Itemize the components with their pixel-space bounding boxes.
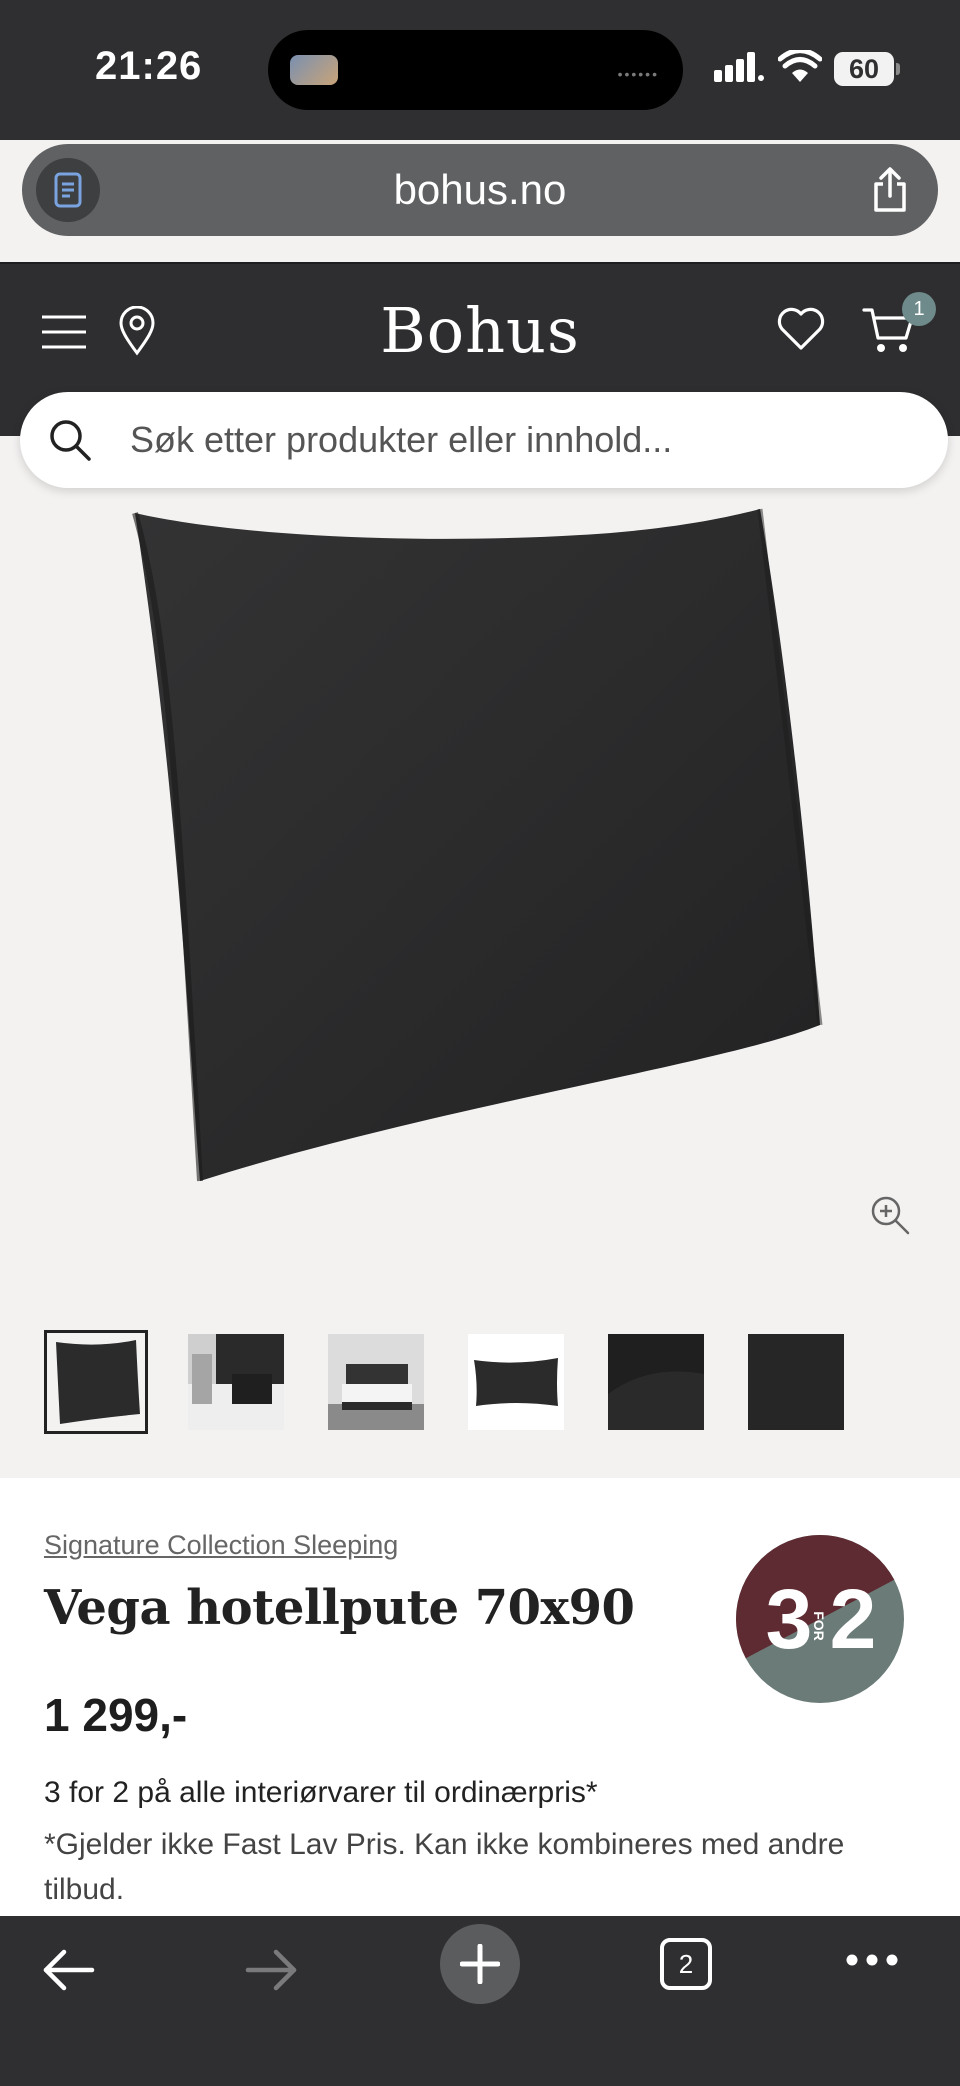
cellular-signal-icon [714, 52, 764, 82]
search-bar[interactable] [20, 392, 948, 488]
thumbnail-6[interactable] [744, 1330, 848, 1434]
new-tab-button[interactable] [440, 1924, 520, 2004]
browser-toolbar: 2 [0, 1916, 960, 2086]
more-options-icon[interactable] [846, 1952, 898, 1968]
island-activity-indicator: •••••• [617, 66, 659, 82]
thumbnail-pillow-front [48, 1334, 144, 1430]
status-time: 21:26 [95, 44, 203, 88]
thumbnail-2[interactable] [184, 1330, 288, 1434]
badge-right: 2 [830, 1572, 877, 1666]
url-text[interactable]: bohus.no [22, 166, 938, 214]
thumbnail-4[interactable] [464, 1330, 568, 1434]
address-bar[interactable]: bohus.no [22, 144, 938, 236]
product-title: Vega hotellpute 70x90 [44, 1580, 635, 1636]
thumbnail-fabric-texture [608, 1334, 704, 1430]
now-playing-thumbnail [290, 55, 338, 85]
forward-arrow-icon[interactable] [244, 1948, 300, 1992]
wishlist-heart-icon[interactable] [776, 306, 826, 352]
product-info: Signature Collection Sleeping Vega hotel… [0, 1478, 960, 1916]
collection-link[interactable]: Signature Collection Sleeping [44, 1530, 398, 1561]
thumbnail-5[interactable] [604, 1330, 708, 1434]
wifi-icon [778, 50, 822, 82]
plus-icon [460, 1944, 500, 1984]
zoom-in-icon[interactable] [868, 1193, 912, 1237]
cart-count-badge: 1 [902, 292, 936, 326]
dynamic-island: •••••• [268, 30, 683, 110]
thumbnail-bedroom [328, 1334, 424, 1430]
search-icon[interactable] [46, 416, 94, 464]
tabs-button[interactable]: 2 [660, 1938, 712, 1990]
promo-disclaimer: *Gjelder ikke Fast Lav Pris. Kan ikke ko… [44, 1828, 845, 1906]
share-icon[interactable] [870, 166, 910, 214]
search-input[interactable] [130, 392, 910, 488]
battery-icon: 60 [834, 52, 900, 86]
thumbnail-3[interactable] [324, 1330, 428, 1434]
three-for-two-badge: 3 FOR 2 [736, 1535, 904, 1703]
thumbnail-fabric-swatch [748, 1334, 844, 1430]
thumbnail-pillow-flat [468, 1334, 564, 1430]
thumbnail-gallery [44, 1330, 924, 1436]
thumbnail-1[interactable] [44, 1330, 148, 1434]
badge-middle: FOR [811, 1611, 827, 1641]
back-arrow-icon[interactable] [40, 1948, 96, 1992]
thumbnail-bed-closeup [188, 1334, 284, 1430]
battery-level: 60 [834, 52, 894, 86]
badge-left: 3 [766, 1572, 813, 1666]
promo-text: 3 for 2 på alle interiørvarer til ordinæ… [44, 1776, 598, 1809]
status-bar: 21:26 •••••• 60 [0, 0, 960, 140]
product-image-pillow[interactable] [110, 505, 840, 1195]
product-price: 1 299,- [44, 1689, 188, 1741]
